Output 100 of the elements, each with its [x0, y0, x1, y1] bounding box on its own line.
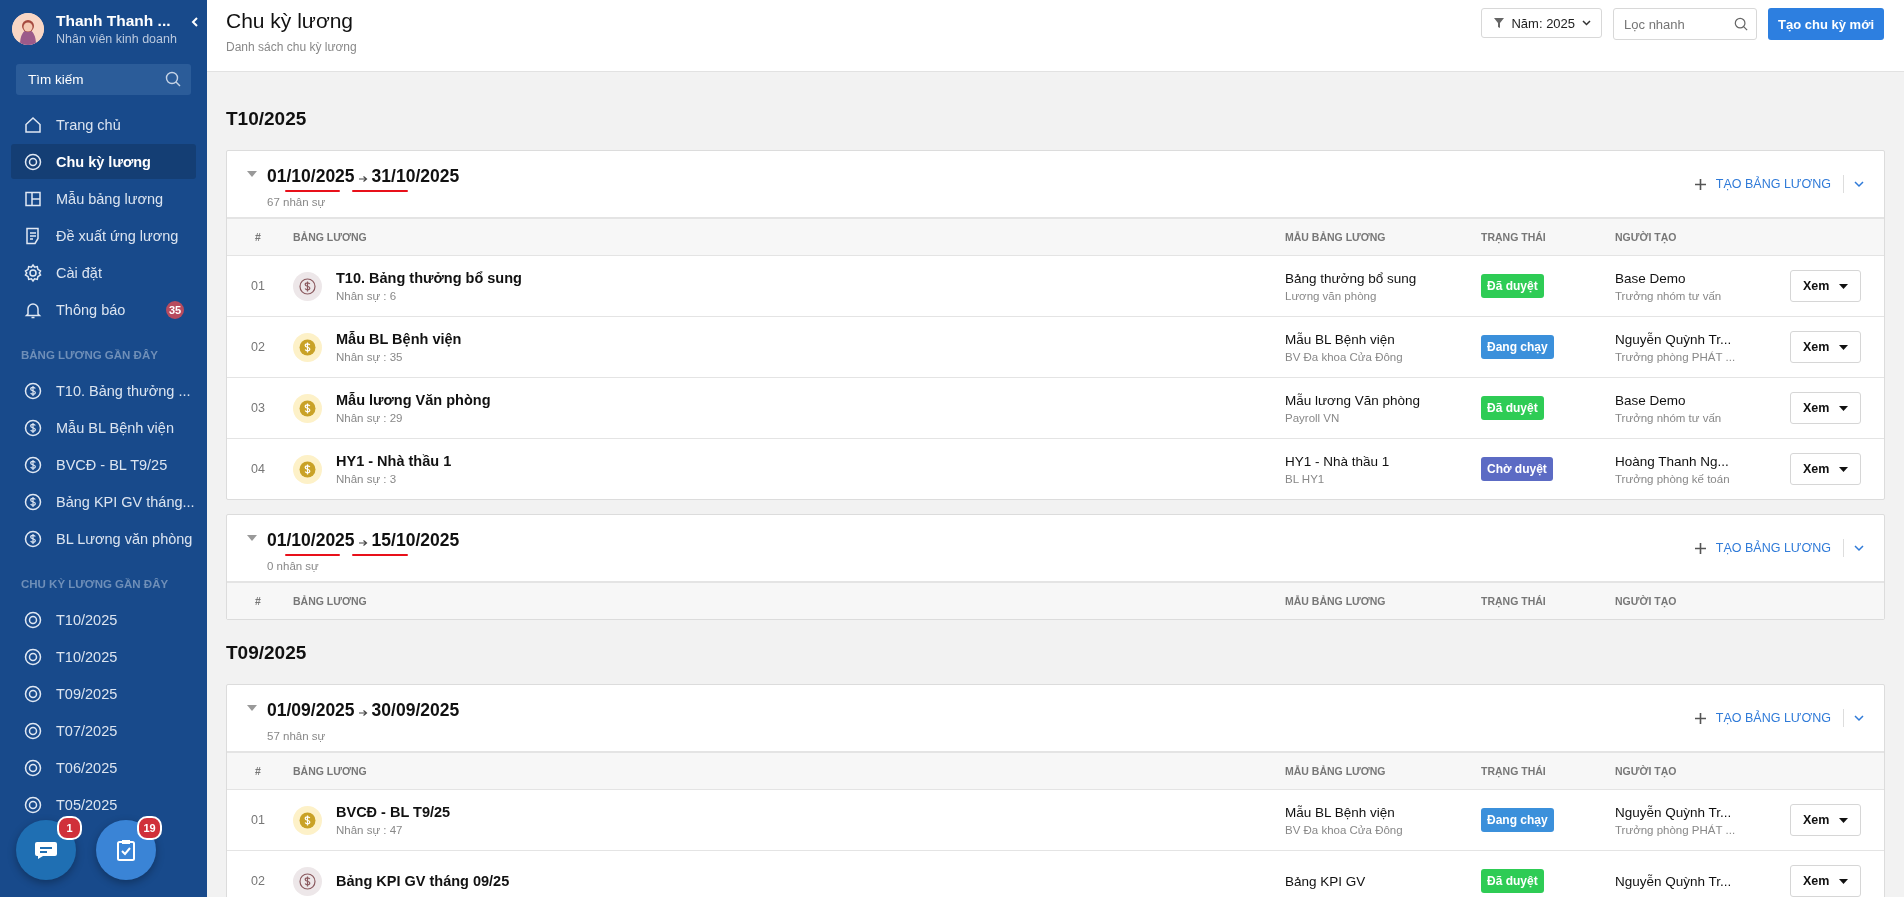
template-name: Mẫu BL Bệnh viện [1285, 804, 1396, 820]
ring-icon [23, 683, 43, 704]
staff-count: Nhân sự : 47 [336, 824, 404, 836]
caret-icon [1839, 817, 1849, 823]
payroll-name: Bảng KPI GV tháng 09/25 [336, 873, 510, 889]
column-header: TRẠNG THÁI [1481, 595, 1546, 607]
chevron-down-icon [1582, 20, 1592, 26]
column-header: NGƯỜI TẠO [1615, 595, 1677, 607]
collapse-caret-icon[interactable] [247, 705, 257, 711]
chevron-down-icon[interactable] [1854, 180, 1864, 188]
staff-count: Nhân sự : 3 [336, 473, 398, 485]
plus-icon [1694, 712, 1706, 724]
nav-item[interactable]: Chu kỳ lương [11, 144, 196, 179]
nav-item[interactable]: T10/2025 [11, 602, 196, 637]
template-group: BV Đa khoa Cửa Đông [1285, 350, 1481, 363]
user-role: Nhân viên kinh doanh [56, 32, 177, 46]
search-field[interactable]: Tìm kiếm [16, 64, 191, 95]
nav-item[interactable]: Đề xuất ứng lương [11, 218, 196, 253]
nav-item[interactable]: T07/2025 [11, 713, 196, 748]
dollar-icon [23, 528, 43, 549]
row-number: 04 [250, 462, 266, 476]
view-button[interactable]: Xem [1790, 865, 1862, 897]
payroll-name: HY1 - Nhà thầu 1 [336, 453, 452, 469]
settings-icon [23, 262, 43, 283]
nav-item[interactable]: BVCĐ - BL T9/25 [11, 447, 196, 482]
user-name: Thanh Thanh ... [56, 12, 172, 30]
filter-icon [1494, 18, 1505, 28]
template-name: Bảng KPI GV [1285, 873, 1367, 889]
arrow-icon [358, 538, 368, 547]
nav-item[interactable]: Mẫu bảng lương [11, 181, 196, 216]
nav-item[interactable]: Bảng KPI GV tháng... [11, 484, 196, 519]
plus-icon [1694, 542, 1706, 554]
dollar-icon [293, 271, 322, 301]
group-title: T10/2025 [226, 108, 308, 130]
group-title: T09/2025 [226, 642, 308, 664]
cycle-end-date: 30/09/2025 [371, 699, 460, 722]
quick-filter-field[interactable]: Lọc nhanh [1613, 8, 1758, 40]
column-header: NGƯỜI TẠO [1615, 231, 1677, 243]
template-group: BL HY1 [1285, 472, 1481, 485]
staff-count: Nhân sự : 29 [336, 412, 404, 424]
template-group: Lương văn phòng [1285, 289, 1481, 302]
nav-item[interactable]: Mẫu BL Bệnh viện [11, 410, 196, 445]
creator-role: Trưởng nhóm tư vấn [1615, 411, 1723, 424]
cycle-start-date: 01/10/2025 [267, 165, 355, 192]
caret-icon [1839, 405, 1849, 411]
nav-item[interactable]: Trang chủ [11, 107, 196, 142]
payroll-name: Mẫu lương Văn phòng [336, 392, 491, 408]
cycle-start-date: 01/09/2025 [267, 699, 355, 722]
column-header: # [255, 765, 261, 777]
nav-item[interactable]: T10/2025 [11, 639, 196, 674]
template-group: Payroll VN [1285, 411, 1481, 424]
ring-icon [23, 720, 43, 741]
nav-item[interactable]: T09/2025 [11, 676, 196, 711]
row-number: 03 [250, 401, 266, 415]
caret-icon [1839, 466, 1849, 472]
create-payroll-button[interactable]: TẠO BẢNG LƯƠNG [1694, 541, 1831, 555]
create-cycle-button[interactable]: Tạo chu kỳ mới [1768, 8, 1884, 40]
nav-item[interactable]: T10. Bảng thưởng ... [11, 373, 196, 408]
view-button[interactable]: Xem [1790, 392, 1862, 424]
view-button[interactable]: Xem [1790, 804, 1862, 836]
clipboard-check-icon [116, 839, 136, 861]
ring-icon [23, 757, 43, 778]
column-header: MẪU BẢNG LƯƠNG [1285, 595, 1386, 607]
nav-item[interactable]: Thông báo 35 [11, 292, 196, 327]
view-button[interactable]: Xem [1790, 331, 1862, 363]
cycle-end-date: 31/10/2025 [371, 165, 460, 192]
nav-item[interactable]: Cài đặt [11, 255, 196, 290]
page-title: Chu kỳ lương [226, 9, 355, 33]
column-header: # [255, 231, 261, 243]
chevron-down-icon[interactable] [1854, 544, 1864, 552]
ring-icon [23, 794, 43, 815]
underline-mark [351, 189, 408, 192]
chat-icon [34, 840, 58, 860]
creator-name: Nguyễn Quỳnh Tr... [1615, 804, 1733, 820]
chevron-down-icon[interactable] [1854, 714, 1864, 722]
year-filter-button[interactable]: Năm: 2025 [1481, 8, 1603, 38]
nav-item[interactable]: BL Lương văn phòng [11, 521, 196, 556]
row-number: 02 [250, 874, 266, 888]
nav-item[interactable]: T06/2025 [11, 750, 196, 785]
create-payroll-button[interactable]: TẠO BẢNG LƯƠNG [1694, 177, 1831, 191]
template-name: Mẫu BL Bệnh viện [1285, 331, 1396, 347]
dollar-icon [23, 417, 43, 438]
template-name: Bảng thưởng bổ sung [1285, 270, 1418, 286]
cycle-end-date: 15/10/2025 [371, 529, 460, 556]
view-button[interactable]: Xem [1790, 270, 1862, 302]
collapse-caret-icon[interactable] [247, 535, 257, 541]
view-button[interactable]: Xem [1790, 453, 1862, 485]
staff-count: 67 nhân sự [267, 195, 327, 208]
dollar-icon [23, 454, 43, 475]
column-header: MẪU BẢNG LƯƠNG [1285, 765, 1386, 777]
status-badge: Đang chạy [1481, 335, 1554, 359]
collapse-caret-icon[interactable] [247, 171, 257, 177]
avatar [12, 13, 44, 45]
payroll-name: T10. Bảng thưởng bổ sung [336, 270, 522, 286]
search-icon [165, 71, 181, 87]
count-badge: 35 [166, 300, 184, 319]
create-payroll-button[interactable]: TẠO BẢNG LƯƠNG [1694, 711, 1831, 725]
status-badge: Đã duyệt [1481, 869, 1544, 893]
section-title: BẢNG LƯƠNG GẦN ĐÂY [20, 349, 159, 361]
staff-count: 0 nhân sự [267, 559, 320, 572]
